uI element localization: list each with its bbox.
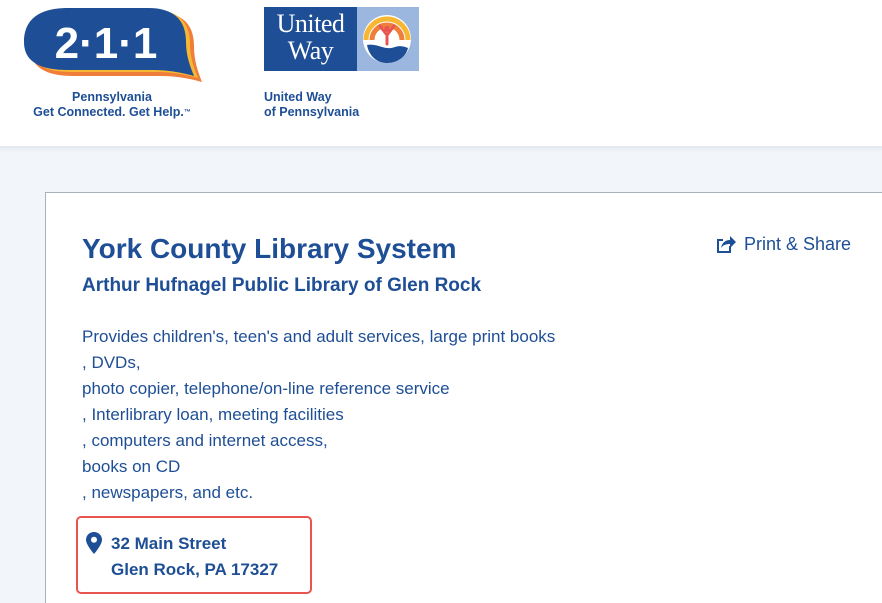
address-link[interactable]: 32 Main Street Glen Rock, PA 17327 — [111, 531, 278, 583]
description-line: books on CD — [82, 457, 181, 476]
united-way-caption-line1: United Way — [264, 90, 332, 104]
united-way-word-1: United — [276, 9, 345, 38]
211-logo[interactable]: 2·1·1 — [24, 6, 206, 88]
description-line: photo copier, telephone/on-line referenc… — [82, 379, 450, 398]
program-subtitle[interactable]: Arthur Hufnagel Public Library of Glen R… — [82, 274, 481, 298]
description-line: , Interlibrary loan, meeting facilities — [82, 405, 344, 424]
211-caption-tagline: Get Connected. Get Help.™ — [33, 105, 191, 119]
share-icon — [717, 236, 736, 253]
print-share-label: Print & Share — [744, 233, 852, 254]
211-caption-region: Pennsylvania — [72, 90, 152, 104]
united-way-caption: United Way of Pennsylvania — [264, 90, 359, 120]
211-digits: 2·1·1 — [55, 19, 158, 68]
organization-title: York County Library System — [82, 233, 457, 264]
print-share-button[interactable]: Print & Share — [714, 233, 851, 255]
address-city-state-zip: Glen Rock, PA 17327 — [111, 560, 279, 579]
address-street: 32 Main Street — [111, 534, 227, 553]
united-way-logo[interactable]: United Way — [264, 7, 419, 71]
description-line: , newspapers, and etc. — [82, 483, 254, 502]
description-line: , computers and internet access, — [82, 431, 328, 450]
united-way-emblem-icon — [363, 15, 411, 63]
description-line: , DVDs, — [82, 353, 141, 372]
map-pin-icon — [86, 532, 102, 554]
united-way-word-2: Way — [287, 36, 334, 65]
header-shadow — [0, 146, 882, 152]
211-logo-caption: Pennsylvania Get Connected. Get Help.™ — [14, 90, 210, 120]
description-line: Provides children's, teen's and adult se… — [82, 327, 556, 346]
service-description: Provides children's, teen's and adult se… — [82, 324, 642, 506]
united-way-caption-line2: of Pennsylvania — [264, 105, 360, 119]
